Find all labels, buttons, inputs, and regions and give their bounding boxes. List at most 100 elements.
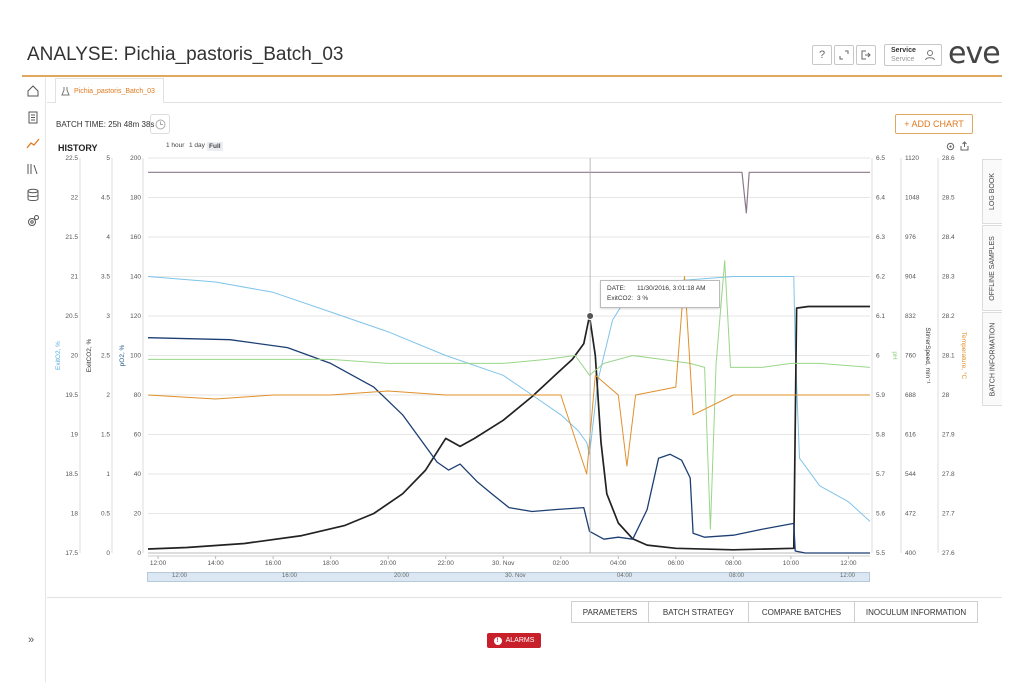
- header: ANALYSE: Pichia_pastoris_Batch_03 ? Serv…: [0, 0, 1024, 77]
- y-tick-label: 5.8: [876, 432, 885, 439]
- tab-strip: Pichia_pastoris_Batch_03: [47, 78, 1002, 103]
- sidebar: [0, 78, 46, 682]
- y-tick-label: 17.5: [65, 550, 78, 557]
- nav-settings[interactable]: [24, 212, 42, 230]
- y-tick-label: 0: [106, 550, 110, 557]
- line-chart-icon: [26, 138, 40, 149]
- nav-home[interactable]: [24, 82, 42, 100]
- y-tick-label: 18.5: [65, 471, 78, 478]
- x-tick-label: 20:00: [380, 560, 397, 567]
- tab-batch[interactable]: Pichia_pastoris_Batch_03: [55, 78, 164, 103]
- range-full[interactable]: Full: [207, 142, 223, 151]
- clock-icon: [155, 119, 165, 129]
- tooltip-series-value: 3 %: [637, 295, 649, 302]
- nav-analyse[interactable]: [24, 134, 42, 152]
- y-tick-label: 28.5: [942, 195, 955, 202]
- user-name: Service: [891, 47, 916, 54]
- y-tick-label: 6.4: [876, 195, 885, 202]
- y-tick-label: 40: [134, 471, 142, 478]
- y-tick-label: 760: [905, 353, 916, 360]
- y-tick-label: 5.6: [876, 511, 885, 518]
- y-tick-label: 1: [106, 471, 110, 478]
- y-tick-label: 28: [942, 392, 950, 399]
- y-tick-label: 28.3: [942, 274, 955, 281]
- y-axis-title: ExitO2, %: [55, 341, 62, 370]
- time-picker-button[interactable]: [150, 114, 170, 134]
- series-line-exito2: [147, 276, 871, 522]
- side-tab-label: LOG BOOK: [989, 173, 996, 210]
- y-axis-title: StirrerSpeed, min⁻¹: [924, 327, 931, 384]
- y-tick-label: 544: [905, 471, 916, 478]
- y-tick-label: 904: [905, 274, 916, 281]
- chart-title: HISTORY: [58, 143, 98, 153]
- y-tick-label: 27.8: [942, 471, 955, 478]
- eve-logo: eve: [948, 36, 1001, 71]
- y-axis-title: ExitCO2, %: [86, 338, 93, 372]
- help-button[interactable]: ?: [812, 45, 832, 65]
- range-1-hour[interactable]: 1 hour: [166, 142, 184, 149]
- header-divider: [22, 75, 1002, 77]
- user-icon: [925, 50, 935, 61]
- side-tab-batch-information[interactable]: BATCH INFORMATION: [982, 312, 1002, 406]
- y-tick-label: 200: [130, 155, 141, 162]
- nav-reports[interactable]: [24, 108, 42, 126]
- parameters-button[interactable]: PARAMETERS: [571, 601, 649, 623]
- gear-icon[interactable]: [946, 142, 955, 151]
- y-tick-label: 80: [134, 392, 142, 399]
- y-tick-label: 21: [71, 274, 79, 281]
- y-tick-label: 5: [106, 155, 110, 162]
- y-tick-label: 472: [905, 511, 916, 518]
- expand-sidebar-button[interactable]: »: [28, 634, 34, 646]
- page-title: ANALYSE: Pichia_pastoris_Batch_03: [27, 44, 344, 65]
- range-1-day[interactable]: 1 day: [189, 142, 205, 149]
- y-tick-label: 400: [905, 550, 916, 557]
- y-tick-label: 976: [905, 234, 916, 241]
- x-tick-label: 02:00: [553, 560, 570, 567]
- flask-icon: [61, 87, 70, 96]
- x-tick-label: 30. Nov: [492, 560, 515, 567]
- y-tick-label: 6: [876, 353, 880, 360]
- library-icon: [27, 164, 38, 175]
- y-tick-label: 5.7: [876, 471, 885, 478]
- y-tick-label: 20: [71, 353, 79, 360]
- navigator-label: 04:00: [617, 573, 633, 579]
- inoculum-information-button[interactable]: INOCULUM INFORMATION: [854, 601, 978, 623]
- user-menu[interactable]: Service Service: [884, 44, 942, 66]
- y-tick-label: 27.9: [942, 432, 955, 439]
- clipboard-icon: [28, 111, 38, 124]
- y-tick-label: 832: [905, 313, 916, 320]
- y-tick-label: 2.5: [101, 353, 110, 360]
- batch-strategy-button[interactable]: BATCH STRATEGY: [648, 601, 749, 623]
- side-tab-label: OFFLINE SAMPLES: [989, 235, 997, 301]
- y-tick-label: 22.5: [65, 155, 78, 162]
- nav-database[interactable]: [24, 186, 42, 204]
- fullscreen-button[interactable]: [834, 45, 854, 65]
- help-icon: ?: [818, 49, 826, 61]
- alarms-label: ALARMS: [505, 637, 535, 644]
- y-tick-label: 160: [130, 234, 141, 241]
- alarms-button[interactable]: ! ALARMS: [487, 633, 541, 648]
- navigator-label: 30. Nov: [505, 573, 526, 579]
- y-tick-label: 27.6: [942, 550, 955, 557]
- x-tick-label: 04:00: [610, 560, 627, 567]
- x-tick-label: 22:00: [438, 560, 455, 567]
- y-tick-label: 28.4: [942, 234, 955, 241]
- compare-batches-button[interactable]: COMPARE BATCHES: [748, 601, 855, 623]
- side-tab-offline-samples[interactable]: OFFLINE SAMPLES: [982, 225, 1002, 311]
- y-tick-label: 180: [130, 195, 141, 202]
- export-icon[interactable]: [960, 141, 969, 151]
- x-tick-label: 10:00: [783, 560, 800, 567]
- y-tick-label: 140: [130, 274, 141, 281]
- add-chart-button[interactable]: + ADD CHART: [895, 114, 973, 134]
- y-tick-label: 1048: [905, 195, 920, 202]
- navigator-label: 08:00: [729, 573, 745, 579]
- navigator-label: 20:00: [394, 573, 410, 579]
- nav-library[interactable]: [24, 160, 42, 178]
- y-tick-label: 6.3: [876, 234, 885, 241]
- y-tick-label: 0: [137, 550, 141, 557]
- logout-icon: [861, 50, 871, 60]
- series-line-ph: [148, 260, 871, 530]
- side-tab-log-book[interactable]: LOG BOOK: [982, 159, 1002, 224]
- x-tick-label: 06:00: [668, 560, 685, 567]
- logout-button[interactable]: [856, 45, 876, 65]
